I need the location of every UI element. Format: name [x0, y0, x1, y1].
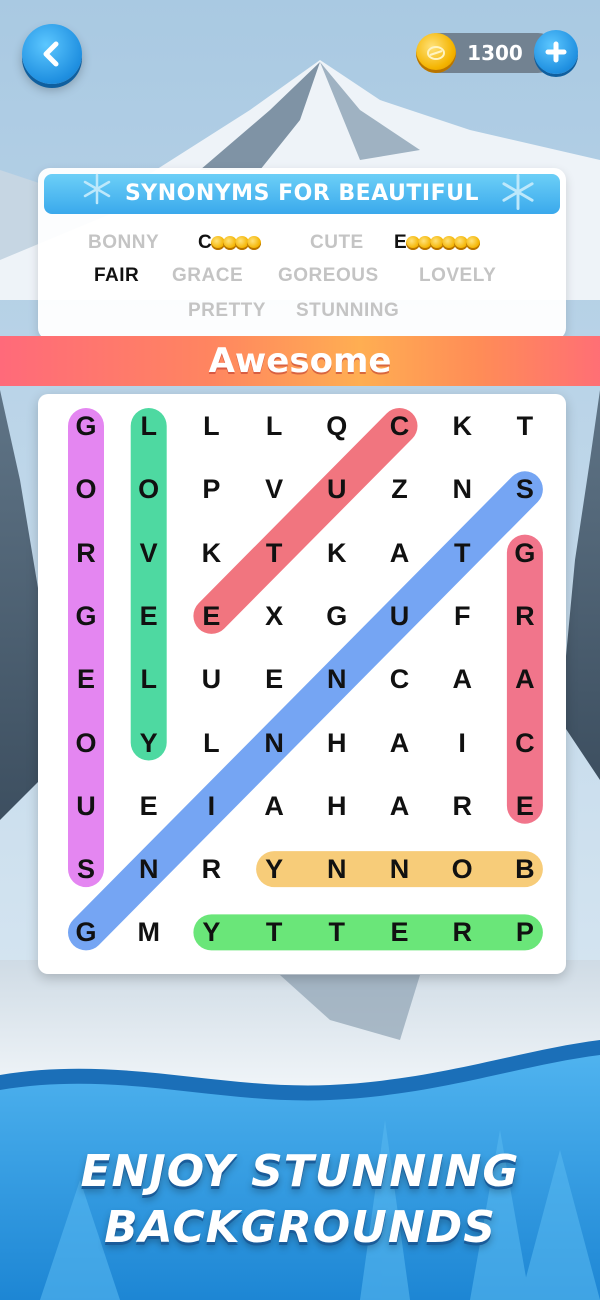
grid-cell[interactable]: Y	[118, 712, 180, 774]
grid-cell[interactable]: O	[55, 712, 117, 774]
grid-cell[interactable]: G	[55, 585, 117, 647]
grid-cell[interactable]: X	[243, 585, 305, 647]
grid-cell[interactable]: P	[494, 901, 556, 963]
grid-cell[interactable]: Y	[180, 901, 242, 963]
grid-cell[interactable]: K	[180, 522, 242, 584]
grid-cell[interactable]: G	[55, 395, 117, 457]
word-grace: GRACE	[172, 265, 244, 286]
grid-cell[interactable]: R	[431, 775, 493, 837]
grid-cell[interactable]: C	[369, 395, 431, 457]
promo-text-line1: ENJOY STUNNING	[80, 1146, 520, 1197]
grid-cell[interactable]: Z	[369, 458, 431, 520]
word-pretty: PRETTY	[188, 300, 266, 321]
grid-cell[interactable]: R	[55, 522, 117, 584]
grid-cell[interactable]: Y	[243, 838, 305, 900]
grid-cell[interactable]: N	[243, 712, 305, 774]
grid-cell[interactable]: P	[180, 458, 242, 520]
grid-cell[interactable]: L	[243, 395, 305, 457]
grid-cell[interactable]: N	[306, 838, 368, 900]
grid-cell[interactable]: E	[494, 775, 556, 837]
grid-cell[interactable]: U	[55, 775, 117, 837]
grid-cell[interactable]: N	[369, 838, 431, 900]
grid-cell[interactable]: A	[431, 648, 493, 710]
grid-cell[interactable]: L	[118, 395, 180, 457]
awesome-banner: Awesome	[0, 336, 600, 386]
grid-cell[interactable]: O	[431, 838, 493, 900]
word-goreous: GOREOUS	[278, 265, 379, 286]
coin-count: 1300	[467, 41, 523, 65]
add-coins-button[interactable]	[534, 30, 578, 74]
grid-cell[interactable]: A	[243, 775, 305, 837]
grid-cell[interactable]: N	[306, 648, 368, 710]
back-button[interactable]	[22, 24, 82, 84]
grid-cell[interactable]: T	[243, 901, 305, 963]
grid-cell[interactable]: R	[431, 901, 493, 963]
hint-coins-icon	[406, 235, 481, 250]
grid-cell[interactable]: S	[494, 458, 556, 520]
grid-cell[interactable]: I	[180, 775, 242, 837]
grid-cell[interactable]: E	[118, 775, 180, 837]
grid-cell[interactable]: V	[118, 522, 180, 584]
word-list-panel: SYNONYMS FOR BEAUTIFUL BONNY C CUTE E FA…	[38, 168, 566, 340]
grid-cell[interactable]: M	[118, 901, 180, 963]
grid-cell[interactable]: L	[180, 395, 242, 457]
grid-cell[interactable]: E	[55, 648, 117, 710]
grid-cell[interactable]: F	[431, 585, 493, 647]
plus-icon	[545, 41, 567, 63]
grid-cell[interactable]: L	[118, 648, 180, 710]
grid-cell[interactable]: S	[55, 838, 117, 900]
coin-icon	[416, 33, 456, 73]
grid-cell[interactable]: I	[431, 712, 493, 774]
grid-cell[interactable]: T	[306, 901, 368, 963]
grid-cell[interactable]: A	[494, 648, 556, 710]
snowflake-icon	[83, 173, 111, 205]
grid-cell[interactable]: G	[55, 901, 117, 963]
grid-cell[interactable]: E	[180, 585, 242, 647]
grid-cell[interactable]: O	[118, 458, 180, 520]
grid-cell[interactable]: K	[431, 395, 493, 457]
grid-cell[interactable]: R	[180, 838, 242, 900]
grid-cell[interactable]: H	[306, 712, 368, 774]
word-hint-e: E	[394, 232, 481, 254]
grid-cell[interactable]: C	[369, 648, 431, 710]
word-lovely: LOVELY	[419, 265, 497, 286]
grid-cell[interactable]: R	[494, 585, 556, 647]
letter-grid[interactable]: GLLLQCKTOOPVUZNSRVKTKATGGEEXGUFRELUENCAA…	[38, 394, 566, 974]
grid-cell[interactable]: N	[118, 838, 180, 900]
word-stunning: STUNNING	[296, 300, 400, 321]
grid-cell[interactable]: G	[494, 522, 556, 584]
grid-cell[interactable]: N	[431, 458, 493, 520]
grid-cell[interactable]: C	[494, 712, 556, 774]
hint-coins-icon	[211, 235, 262, 250]
grid-cell[interactable]: A	[369, 712, 431, 774]
category-title: SYNONYMS FOR BEAUTIFUL	[44, 174, 560, 214]
grid-cell[interactable]: T	[431, 522, 493, 584]
grid-cell[interactable]: E	[369, 901, 431, 963]
snowflake-icon	[502, 174, 534, 210]
grid-cell[interactable]: K	[306, 522, 368, 584]
word-bonny: BONNY	[88, 232, 160, 253]
word-hint-c: C	[198, 232, 262, 254]
grid-cell[interactable]: V	[243, 458, 305, 520]
grid-cell[interactable]: E	[243, 648, 305, 710]
grid-cell[interactable]: A	[369, 522, 431, 584]
grid-cell[interactable]: Q	[306, 395, 368, 457]
grid-cell[interactable]: O	[55, 458, 117, 520]
grid-cell[interactable]: U	[369, 585, 431, 647]
grid-cell[interactable]: U	[180, 648, 242, 710]
grid-cell[interactable]: E	[118, 585, 180, 647]
word-fair: FAIR	[94, 265, 140, 286]
word-cute: CUTE	[310, 232, 364, 253]
grid-cell[interactable]: B	[494, 838, 556, 900]
grid-cell[interactable]: T	[494, 395, 556, 457]
grid-cell[interactable]: H	[306, 775, 368, 837]
grid-cell[interactable]: U	[306, 458, 368, 520]
grid-cell[interactable]: L	[180, 712, 242, 774]
promo-text-line2: BACKGROUNDS	[104, 1202, 496, 1253]
grid-cell[interactable]: T	[243, 522, 305, 584]
grid-cell[interactable]: G	[306, 585, 368, 647]
chevron-left-icon	[43, 41, 59, 67]
grid-cell[interactable]: A	[369, 775, 431, 837]
hint-letter: C	[198, 232, 213, 253]
